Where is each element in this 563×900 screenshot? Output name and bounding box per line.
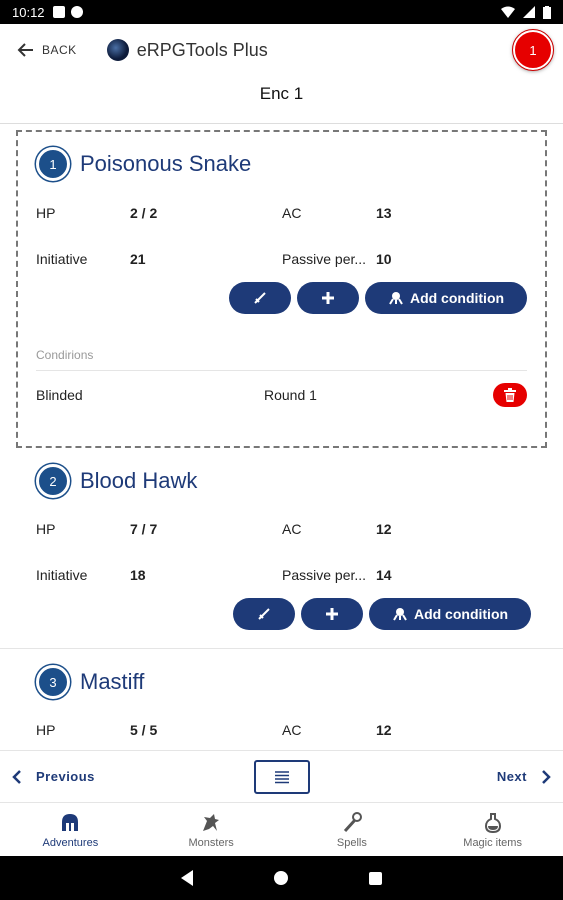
creature-card: 3 Mastiff HP 5 / 5 AC 12 bbox=[0, 649, 563, 750]
initiative-number: 2 bbox=[36, 464, 70, 498]
battery-icon bbox=[543, 5, 551, 19]
tab-label: Adventures bbox=[42, 836, 99, 849]
next-label: Next bbox=[496, 769, 527, 784]
status-time: 10:12 bbox=[12, 4, 45, 20]
notification-icon bbox=[52, 6, 65, 18]
recents-square-icon[interactable] bbox=[369, 871, 382, 885]
condition-icon bbox=[389, 292, 403, 305]
creature-name[interactable]: Mastiff bbox=[80, 669, 144, 695]
ac-label: AC bbox=[282, 205, 302, 221]
tab-label: Monsters bbox=[188, 836, 234, 849]
condition-name: Blinded bbox=[36, 386, 83, 403]
tab-label: Spells bbox=[336, 836, 367, 849]
previous-label: Previous bbox=[36, 769, 95, 784]
delete-condition-button[interactable] bbox=[493, 382, 527, 407]
tab-spells[interactable]: Spells bbox=[282, 803, 423, 856]
signal-icon bbox=[523, 6, 535, 18]
ac-value: 12 bbox=[376, 722, 392, 738]
initiative-number: 3 bbox=[36, 665, 70, 699]
condition-icon bbox=[393, 608, 407, 621]
hp-value: 7 / 7 bbox=[130, 521, 158, 537]
app-bar: BACK eRPGTools Plus 1 bbox=[0, 24, 563, 76]
condition-round: Round 1 bbox=[264, 386, 317, 403]
ac-label: AC bbox=[282, 521, 302, 537]
dragon-icon bbox=[203, 813, 220, 831]
passive-perception-value: 14 bbox=[376, 567, 392, 583]
creature-stats: HP 7 / 7 AC 12 Initiative 18 Passive per… bbox=[36, 506, 545, 598]
tab-monsters[interactable]: Monsters bbox=[141, 803, 282, 856]
initiative-label: Initiative bbox=[36, 567, 88, 583]
back-triangle-icon[interactable] bbox=[181, 870, 193, 886]
potion-icon bbox=[484, 812, 501, 833]
creature-stats: HP 5 / 5 AC 12 bbox=[36, 707, 545, 750]
passive-perception-label: Passive per... bbox=[282, 567, 367, 583]
tab-magic-items[interactable]: Magic items bbox=[422, 803, 563, 856]
status-bar: 10:12 bbox=[0, 0, 563, 24]
arrow-left-icon bbox=[17, 43, 33, 57]
hp-label: HP bbox=[36, 521, 56, 537]
system-nav-bar bbox=[0, 856, 563, 900]
hp-label: HP bbox=[36, 205, 56, 221]
creature-name[interactable]: Poisonous Snake bbox=[80, 151, 251, 177]
add-condition-button[interactable]: Add condition bbox=[369, 598, 531, 630]
plus-icon bbox=[326, 608, 338, 620]
chevron-right-icon bbox=[542, 769, 551, 784]
sword-icon bbox=[258, 608, 270, 620]
initiative-value: 18 bbox=[130, 567, 146, 583]
sword-icon bbox=[254, 292, 266, 304]
tab-adventures[interactable]: Adventures bbox=[0, 803, 141, 856]
app-title: eRPGTools Plus bbox=[106, 39, 268, 61]
initiative-value: 21 bbox=[130, 251, 146, 267]
creature-list[interactable]: 1 Poisonous Snake HP 2 / 2 AC 13 Initiat… bbox=[0, 124, 563, 750]
tab-bar: Adventures Monsters Spells Magic items bbox=[0, 802, 563, 856]
wand-icon bbox=[343, 811, 362, 832]
hp-label: HP bbox=[36, 722, 56, 738]
damage-button[interactable] bbox=[233, 598, 295, 630]
add-condition-button[interactable]: Add condition bbox=[365, 282, 527, 314]
plus-icon bbox=[322, 292, 334, 304]
tab-label: Magic items bbox=[463, 836, 522, 849]
damage-button[interactable] bbox=[229, 282, 291, 314]
trash-icon bbox=[504, 387, 516, 402]
menu-button[interactable] bbox=[254, 760, 310, 794]
creature-stats: HP 2 / 2 AC 13 Initiative 21 Passive per… bbox=[36, 190, 527, 282]
condition-row: Blinded Round 1 bbox=[36, 370, 527, 418]
encounter-nav: Previous Next bbox=[0, 750, 563, 802]
helmet-icon bbox=[62, 813, 79, 831]
app-logo-icon bbox=[106, 39, 129, 61]
home-circle-icon[interactable] bbox=[274, 871, 288, 885]
wifi-icon bbox=[501, 6, 515, 18]
encounter-title: Enc 1 bbox=[259, 84, 304, 103]
back-label: BACK bbox=[42, 43, 77, 57]
list-icon bbox=[275, 771, 289, 784]
next-button[interactable]: Next bbox=[497, 769, 551, 785]
initiative-label: Initiative bbox=[36, 251, 88, 267]
hp-value: 5 / 5 bbox=[130, 722, 158, 738]
previous-button[interactable]: Previous bbox=[12, 769, 95, 785]
ac-value: 12 bbox=[376, 521, 392, 537]
creature-card: 2 Blood Hawk HP 7 / 7 AC 12 Initiative 1… bbox=[0, 448, 563, 649]
ac-value: 13 bbox=[376, 205, 392, 221]
round-badge[interactable]: 1 bbox=[512, 29, 554, 71]
passive-perception-value: 10 bbox=[376, 251, 392, 267]
passive-perception-label: Passive per... bbox=[282, 251, 367, 267]
chevron-left-icon bbox=[12, 769, 21, 784]
initiative-number: 1 bbox=[36, 147, 70, 181]
conditions-label: Condirions bbox=[36, 348, 94, 362]
add-condition-label: Add condition bbox=[413, 606, 509, 622]
heal-button[interactable] bbox=[297, 282, 359, 314]
creature-name[interactable]: Blood Hawk bbox=[80, 468, 197, 494]
sync-icon bbox=[70, 6, 83, 18]
add-condition-label: Add condition bbox=[409, 290, 505, 306]
hp-value: 2 / 2 bbox=[130, 205, 158, 221]
app-title-text: eRPGTools Plus bbox=[136, 39, 268, 60]
back-button[interactable]: BACK bbox=[16, 40, 77, 60]
heal-button[interactable] bbox=[301, 598, 363, 630]
creature-card: 1 Poisonous Snake HP 2 / 2 AC 13 Initiat… bbox=[16, 130, 547, 448]
ac-label: AC bbox=[282, 722, 302, 738]
